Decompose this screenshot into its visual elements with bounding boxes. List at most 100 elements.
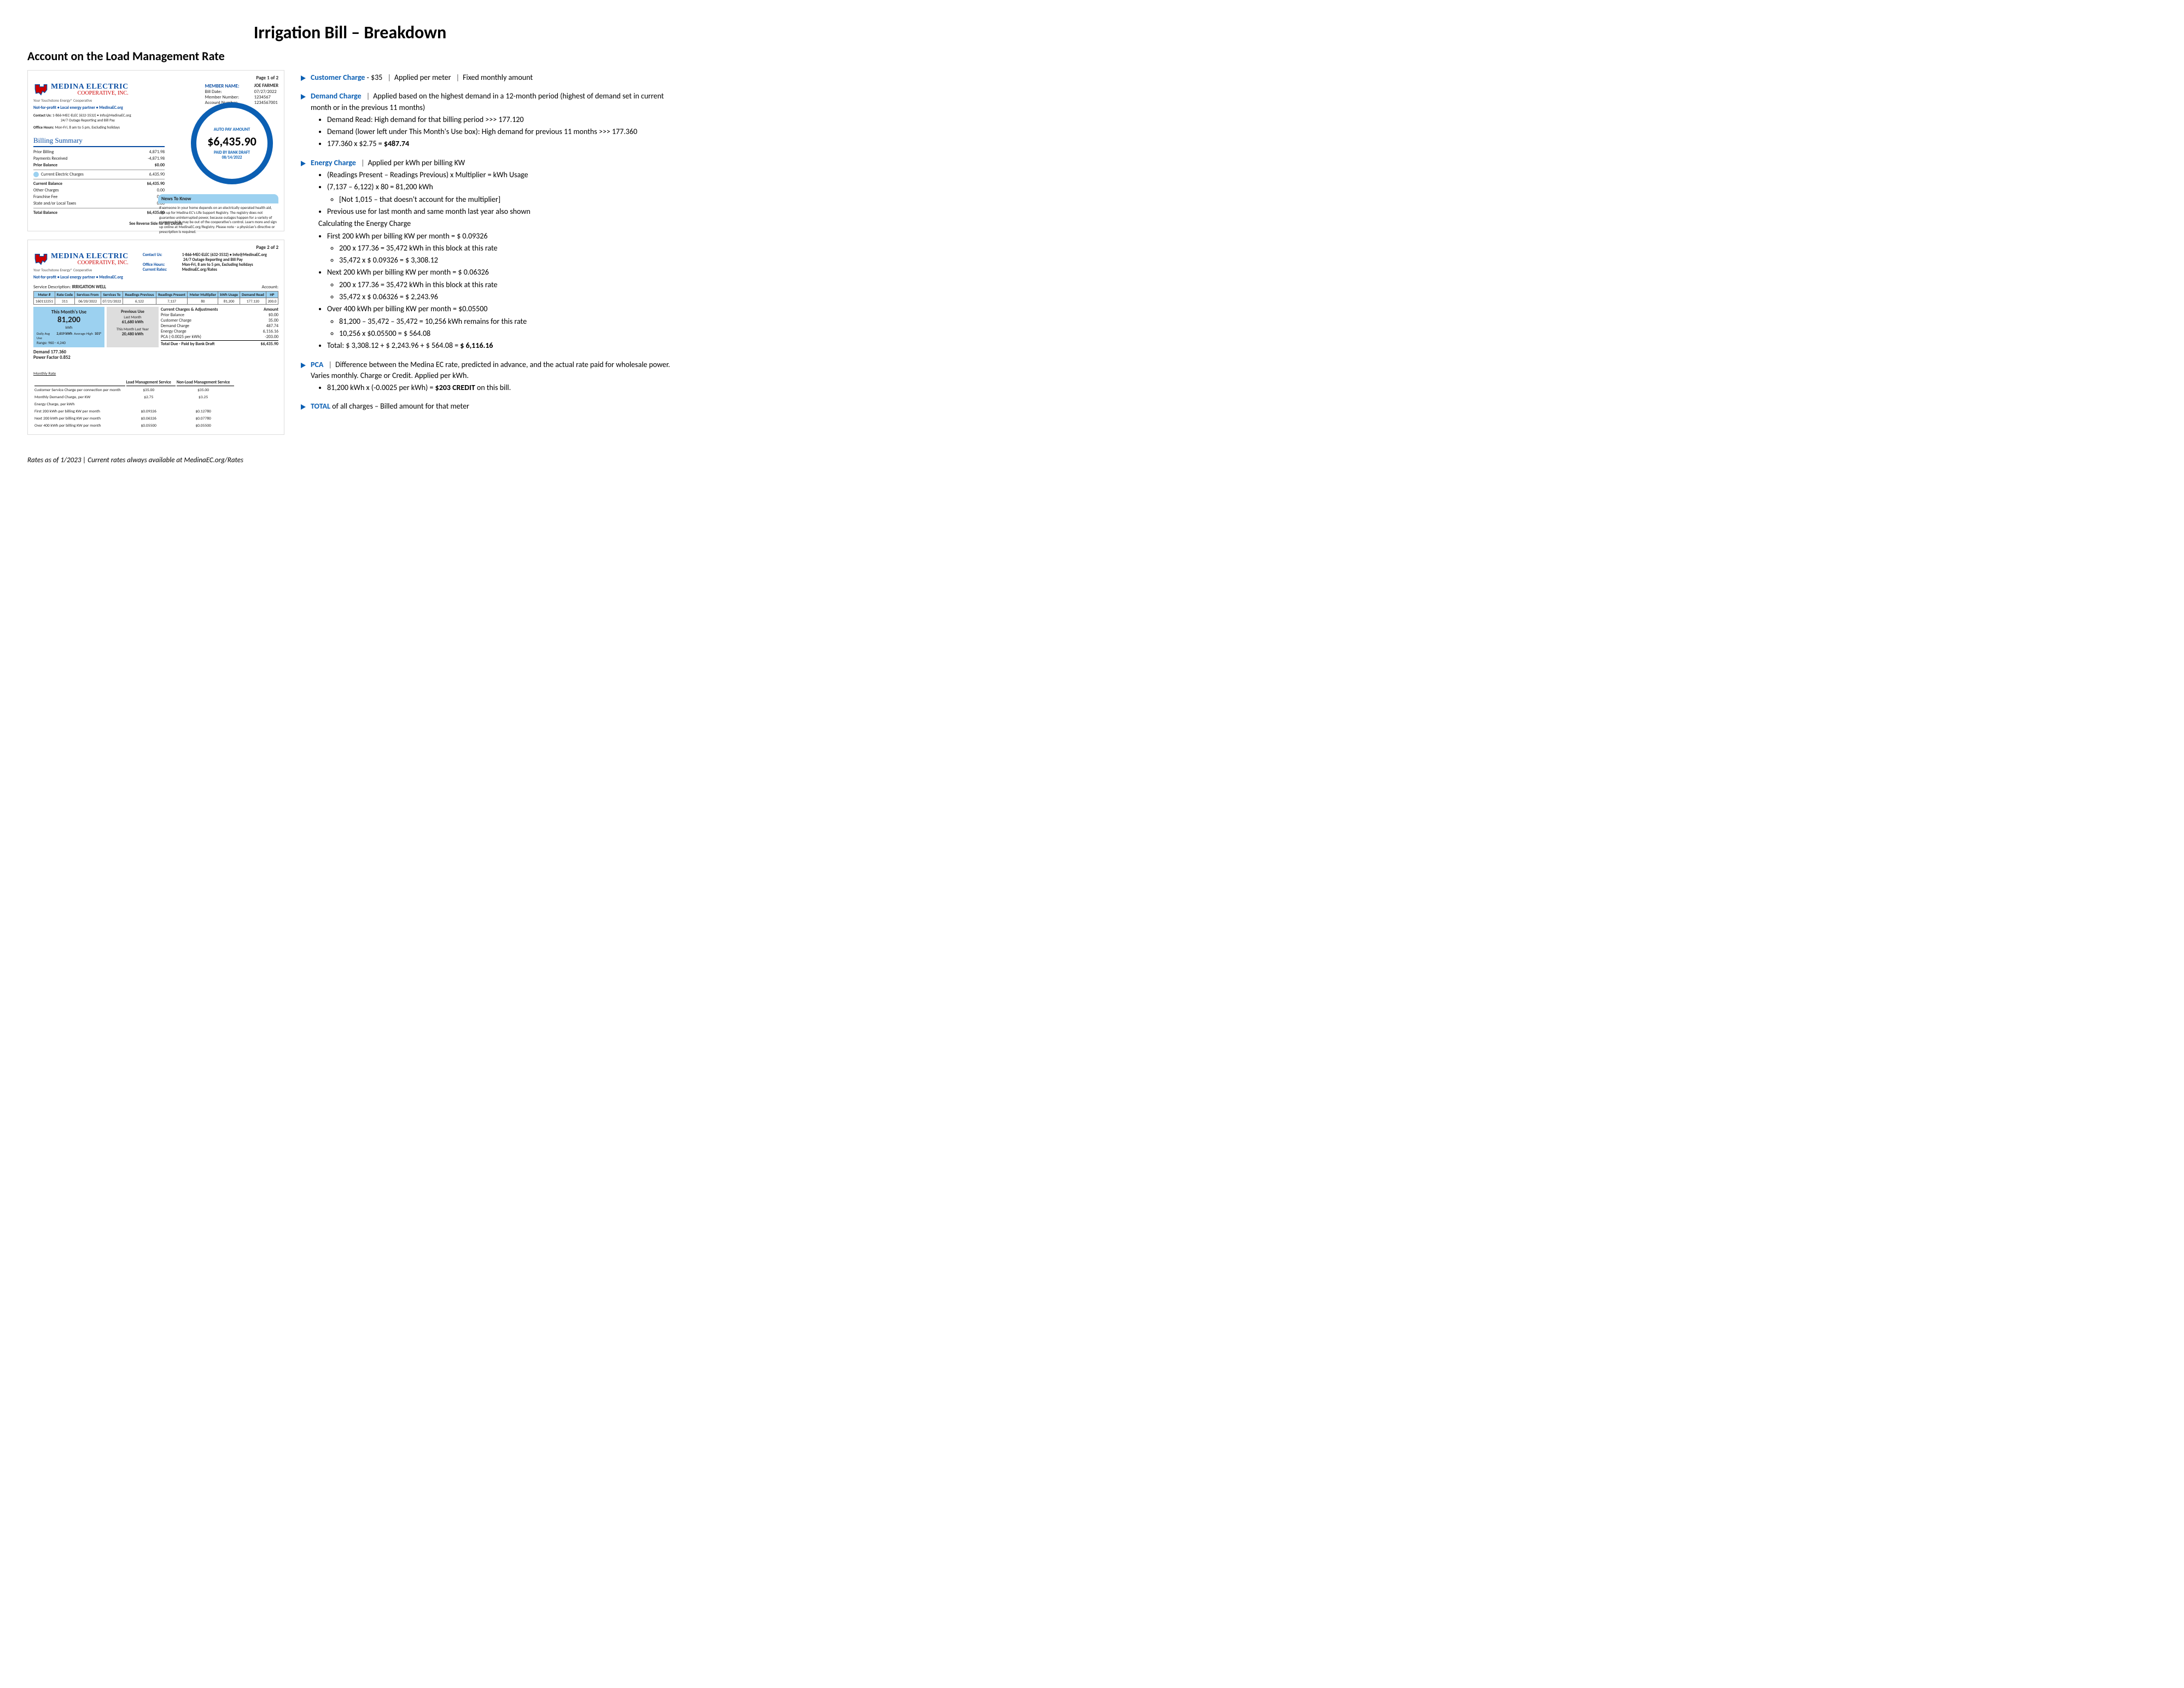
texas-logo-icon [33,253,49,266]
contact-phone: 1-866-MEC-ELEC (632-3532) • Info@MedinaE… [182,253,267,258]
rate-cell: $3.25 [177,394,235,400]
explain-total: TOTAL of all charges – Billed amount for… [301,401,673,412]
contact-label: Contact Us: [33,113,51,118]
list-item: 10,256 x $0.05500 = $ 564.08 [339,328,673,339]
pu-ly: 20,480 kWh [110,331,155,337]
rate-cell: Energy Charge, per kWh [34,401,125,408]
service-desc: IRRIGATION WELL [72,284,106,290]
meter-col-header: Demand Read [240,292,266,298]
rate-cell [177,401,235,408]
chg-label: Customer Charge [161,318,191,323]
previous-use: Previous Use Last Month 61,680 kWh This … [107,307,159,347]
list-item: Over 400 kWh per billing KW per month = … [327,304,673,339]
page-number: Page 1 of 2 [33,75,278,81]
meter-cell: 7,137 [156,298,188,305]
meter-cell: 311 [55,298,74,305]
office-hours-label: Office Hours: [143,263,181,267]
rate-col-header: Load Management Service [126,380,176,386]
bill-date-label: Bill Date: [205,89,254,95]
demand-line: Demand 177.360 [33,350,278,355]
billing-summary-table: Prior Billing4,871.98 Payments Received-… [33,149,165,216]
charges-block: Current Charges & AdjustmentsAmount Prio… [161,307,278,347]
rate-col-header: Non-Load Management Service [177,380,235,386]
service-desc-label: Service Description: [33,284,71,290]
list-item: 200 x 177.36 = 35,472 kWh in this block … [339,243,673,254]
cc-note: Applied per meter [394,73,451,82]
dot-icon [33,172,39,177]
company-sub: COOPERATIVE, INC. [51,260,129,266]
chg-label: PCA (-0.0025 per kWh) [161,334,201,340]
bs-value: $6,435.90 [147,181,165,187]
explain-energy-charge: Energy Charge |Applied per kWh per billi… [301,158,673,352]
acct-num: 1234567001 [254,100,278,106]
dc-label: Demand Charge [311,91,362,101]
pca-label: PCA [311,360,323,369]
rate-col-header [34,380,125,386]
bs-label: Franchise Fee [33,194,57,200]
subtitle: Account on the Load Management Rate [27,49,673,63]
rate-cell: $2.75 [126,394,176,400]
bs-label: State and/or Local Taxes [33,201,76,206]
meter-col-header: Rate Code [55,292,74,298]
rate-cell: $35.00 [126,387,176,393]
autopay-date: 08/14/2022 [222,155,242,160]
tmu-range: Range: 960 - 4,240 [37,340,101,345]
meter-col-header: Services From [74,292,101,298]
bs-label: Prior Balance [33,162,57,168]
meter-table: Meter #Rate CodeServices FromServices To… [33,291,278,305]
member-num: 1234567 [254,95,271,100]
chg-val: -203.00 [265,334,278,340]
list-item: First 200 kWh per billing KW per month =… [327,231,673,266]
chg-val: 487.74 [266,323,278,329]
office-hours: Mon-Fri, 8 am to 5 pm, Excluding holiday… [55,125,120,130]
dc-result: $487.74 [384,139,409,148]
meter-cell: 80 [188,298,218,305]
pu-lm: 61,680 kWh [110,319,155,325]
bs-label: Current Balance [33,181,62,187]
rate-cell: $0.06326 [126,416,176,422]
nfp-line: Not-for-profit • Local energy partner • … [33,106,200,110]
meter-col-header: Meter Multiplier [188,292,218,298]
meter-col-header: Services To [101,292,123,298]
rate-cell: Customer Service Charge per connection p… [34,387,125,393]
meter-col-header: Readings Present [156,292,188,298]
member-name: JOE FARMER [254,83,278,89]
list-item: Demand (lower left under This Month's Us… [327,126,673,137]
footer: Rates as of 1/2023 | Current rates alway… [27,456,673,464]
member-name-label: MEMBER NAME: [205,83,254,89]
tmu-daily-label: Daily Avg Use [37,331,55,340]
tmu-unit: kWh [37,325,101,330]
chg-label: Total Due - Paid by Bank Draft [161,341,214,347]
total-desc: of all charges – Billed amount for that … [330,401,469,411]
page-number: Page 2 of 2 [33,245,278,251]
billing-summary-title: Billing Summary [33,136,165,147]
bs-value: 6,435.90 [149,172,165,177]
bs-label: Other Charges [33,188,59,193]
acct-label: Account: [262,284,279,290]
tmu-daily: 2,619 kWh [56,331,72,340]
list-item: 177.360 x $2.75 = $487.74 [327,138,673,149]
explain-demand-charge: Demand Charge |Applied based on the high… [301,91,673,149]
meter-col-header: Readings Previous [123,292,156,298]
touchstone-tagline: Your Touchstone Energy® Cooperative [33,267,137,272]
cc-note: Fixed monthly amount [463,73,533,82]
rate-cell: $0.12780 [177,409,235,415]
list-item: Next 200 kWh per billing KW per month = … [327,267,673,302]
list-item: 35,472 x $ 0.06326 = $ 2,243.96 [339,292,673,302]
rate-cell: $0.05500 [126,423,176,429]
rate-cell: Monthly Demand Charge, per KW [34,394,125,400]
cc-amount: - $35 [367,73,383,82]
bs-label: Payments Received [33,156,67,161]
bill-page-2: Page 2 of 2 MEDINA ELECTRIC COOPERATIVE,… [27,240,284,435]
rate-cell: $0.09326 [126,409,176,415]
bs-value: 4,871.98 [149,149,165,155]
bs-label: Current Electric Charges [41,172,84,177]
nfp-line: Not-for-profit • Local energy partner • … [33,275,137,280]
current-rates-label: Current Rates: [143,267,181,272]
company-sub: COOPERATIVE, INC. [51,91,129,96]
chg-label: Demand Charge [161,323,189,329]
list-item: Previous use for last month and same mon… [327,206,673,217]
member-num-label: Member Number: [205,95,254,100]
news-to-know-body: If someone in your home depends on an el… [158,203,278,237]
meter-col-header: kWh Usage [218,292,240,298]
